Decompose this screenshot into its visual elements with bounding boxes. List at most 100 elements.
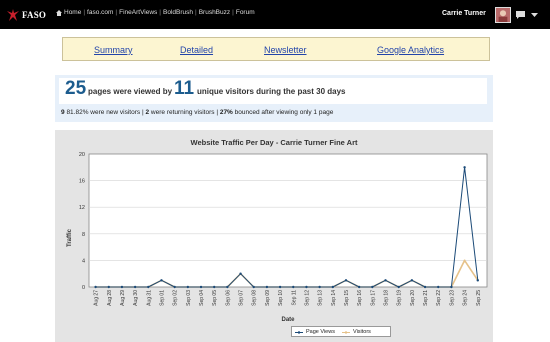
avatar-image	[496, 8, 510, 22]
x-tick-label: Sep 01	[159, 290, 165, 306]
x-tick-label: Sep 16	[357, 290, 363, 306]
page-views-point	[450, 285, 453, 289]
user-name[interactable]: Carrie Turner	[442, 10, 486, 17]
menu-detailed-link[interactable]: Detailed	[180, 45, 213, 55]
page-views-point	[331, 285, 335, 289]
visitors-count: 11	[174, 78, 195, 99]
dropdown-icon[interactable]	[530, 11, 539, 19]
y-tick-label: 16	[79, 179, 85, 185]
nav-item-fineartviews[interactable]: FineArtViews	[119, 9, 157, 16]
nav-item-faso[interactable]: faso.com	[87, 9, 113, 16]
traffic-chart: 0 4 8 12 16 20 Aug 27 Aug 28 Aug 29 Aug 30 Aug 31…	[67, 152, 488, 323]
nav-item-home[interactable]: Home	[64, 9, 81, 16]
avatar[interactable]	[495, 7, 511, 23]
nav-separator: |	[159, 9, 161, 16]
menu-summary-link[interactable]: Summary	[94, 45, 133, 55]
page-views-point	[133, 285, 137, 289]
x-tick-label: Aug 29	[120, 290, 126, 306]
x-tick-label: Sep 17	[370, 290, 376, 306]
x-tick-label: Sep 10	[278, 290, 284, 306]
chat-icon[interactable]	[516, 11, 525, 19]
page-views-point	[410, 279, 414, 282]
menu-newsletter-link[interactable]: Newsletter	[264, 45, 307, 55]
page-views-point	[186, 285, 190, 289]
new-count: 9	[61, 109, 65, 116]
x-axis-label: Date	[281, 317, 295, 323]
y-axis-ticks: 0 4 8 12 16 20	[79, 152, 85, 291]
summary-details: 9 81.82% were new visitors | 2 were retu…	[61, 109, 333, 116]
pages-count: 25	[65, 78, 87, 99]
new-percent: 81.82%	[66, 109, 89, 116]
page-views-point	[318, 285, 321, 289]
nav-separator: |	[115, 9, 118, 16]
x-tick-label: Sep 25	[476, 290, 482, 306]
page-views-point	[199, 285, 203, 289]
x-tick-label: Aug 30	[133, 290, 139, 306]
x-tick-label: Sep 07	[239, 290, 245, 306]
faso-logo[interactable]: FASO	[6, 6, 46, 24]
nav-item-forum[interactable]: Forum	[236, 9, 255, 16]
x-tick-label: Sep 23	[449, 290, 455, 306]
returning-count: 2	[145, 109, 150, 116]
x-tick-label: Aug 28	[107, 290, 113, 306]
summary-headline: 25 pages were viewed by 11 unique visito…	[59, 78, 487, 104]
page-views-point	[305, 285, 308, 289]
page-views-point	[94, 285, 97, 289]
x-tick-label: Sep 15	[344, 290, 350, 306]
page-views-point	[278, 285, 282, 289]
bounce-text: bounced after viewing only 1 page	[234, 109, 334, 116]
report-menu: Summary Detailed Newsletter Google Analy…	[62, 37, 490, 61]
nav-separator: |	[232, 9, 234, 16]
page-views-point	[160, 279, 163, 282]
page-views-point	[371, 285, 374, 289]
x-tick-label: Sep 02	[173, 290, 179, 306]
nav-separator: |	[83, 9, 86, 16]
legend-page-views: Page Views	[306, 329, 335, 335]
traffic-chart-panel: Website Traffic Per Day - Carrie Turner …	[55, 130, 493, 342]
y-tick-label: 8	[82, 232, 85, 238]
legend-visitors-marker	[344, 331, 348, 334]
page-views-point	[423, 285, 427, 289]
page-views-point	[384, 279, 387, 282]
top-nav: Home | faso.com | FineArtViews | BoldBru…	[56, 9, 255, 16]
x-tick-label: Sep 14	[331, 290, 337, 306]
new-text: were new visitors	[90, 109, 141, 116]
x-tick-label: Sep 24	[463, 290, 469, 306]
page-views-point	[476, 279, 479, 282]
page-views-point	[463, 166, 466, 169]
x-tick-label: Sep 11	[291, 290, 297, 306]
page-views-point	[344, 279, 348, 282]
page-views-point	[173, 285, 176, 289]
traffic-summary: 25 pages were viewed by 11 unique visito…	[55, 75, 493, 122]
page-views-point	[357, 285, 361, 289]
page-views-point	[120, 285, 124, 289]
x-tick-label: Sep 20	[410, 290, 416, 306]
page-views-point	[212, 285, 216, 289]
x-tick-label: Sep 19	[397, 290, 403, 306]
y-tick-label: 4	[82, 258, 85, 264]
x-tick-label: Sep 09	[265, 290, 271, 306]
y-tick-label: 12	[79, 205, 85, 211]
top-bar: FASO Home | faso.com | FineArtViews | Bo…	[0, 0, 550, 29]
page-views-point	[437, 285, 440, 289]
separator: |	[141, 109, 144, 116]
x-tick-label: Sep 04	[199, 290, 205, 306]
nav-item-brushbuzz[interactable]: BrushBuzz	[199, 9, 230, 16]
chart-legend: Page Views Visitors	[291, 326, 391, 337]
menu-google-analytics-link[interactable]: Google Analytics	[377, 45, 444, 55]
page-views-point	[265, 285, 269, 289]
page-views-point	[252, 285, 255, 289]
y-axis-label: Traffic	[67, 228, 73, 247]
x-tick-label: Sep 13	[318, 290, 324, 306]
x-tick-label: Sep 12	[304, 290, 310, 306]
page-views-point	[397, 285, 400, 289]
x-tick-label: Sep 06	[225, 290, 231, 306]
visitors-text: unique visitors during the past 30 days	[197, 87, 346, 96]
visitors-point	[463, 259, 466, 262]
x-tick-label: Aug 27	[94, 290, 100, 306]
x-tick-label: Sep 21	[423, 290, 429, 306]
separator: |	[216, 109, 219, 116]
nav-item-boldbrush[interactable]: BoldBrush	[163, 9, 193, 16]
page-views-point	[226, 285, 229, 289]
page-views-point	[239, 272, 242, 275]
